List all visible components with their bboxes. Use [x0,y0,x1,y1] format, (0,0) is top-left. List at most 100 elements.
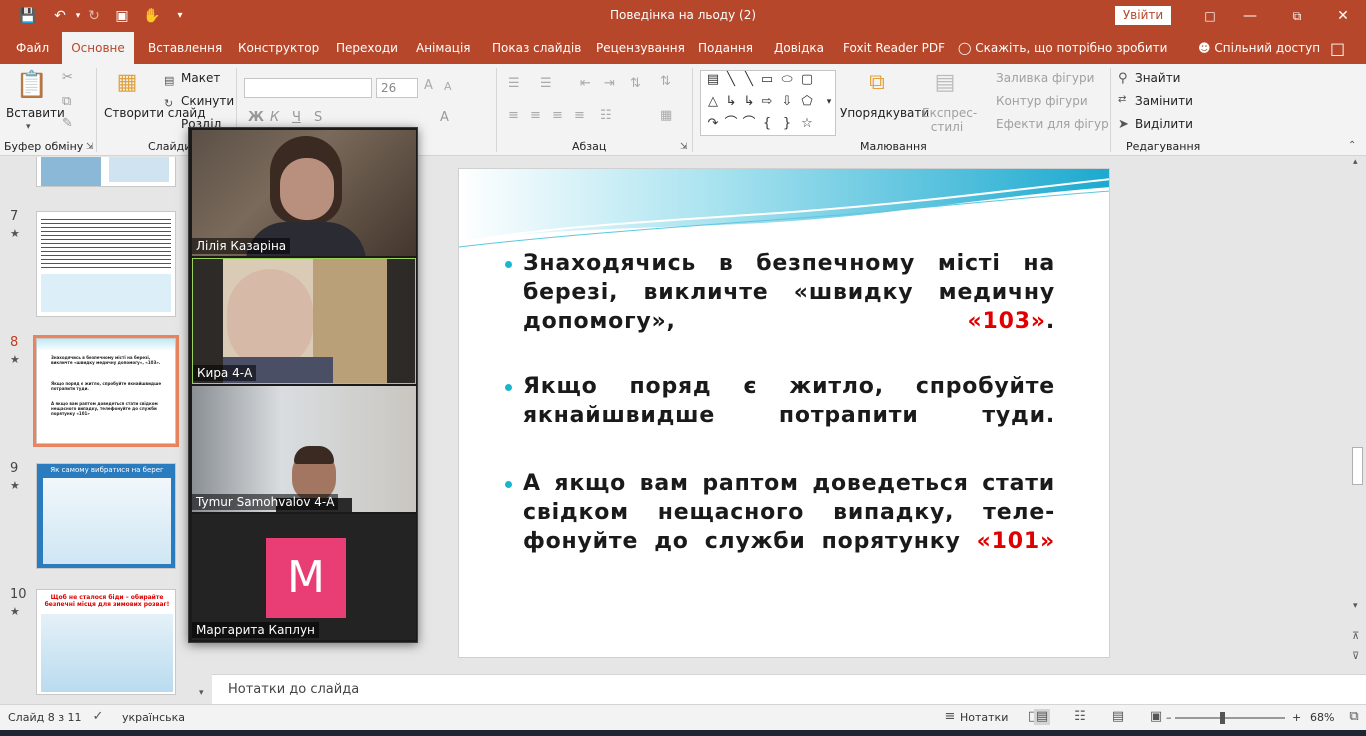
align-center-icon[interactable]: ≡ [530,108,541,123]
slide-scrollbar[interactable]: ▴ ▾ ⊼ ⊽ [1349,157,1366,674]
italic-button[interactable]: К [270,110,279,125]
slide-thumbnail-10[interactable]: Щоб не сталося біди – обирайте безпечні … [36,589,176,695]
participant-tile-3[interactable]: Tymur Samohvalov 4-А [192,386,416,512]
current-slide[interactable]: Знаходячись в безпечному місті на березі… [458,168,1110,658]
tab-design[interactable]: Конструктор [230,32,327,64]
paste-dropdown-icon[interactable]: ▾ [26,122,31,132]
bullets-icon[interactable]: ☰ [508,76,520,91]
spellcheck-icon[interactable]: ✓ [90,709,106,725]
increase-indent-icon[interactable]: ⇥ [604,76,615,91]
share-button[interactable]: ☻ Спільний доступ [1198,32,1320,64]
sign-in-button[interactable]: Увійти [1115,6,1171,25]
underline-button[interactable]: Ч [292,110,301,125]
right-brace-shape-icon[interactable]: } [779,117,795,131]
textbox-shape-icon[interactable]: ▤ [705,73,721,87]
text-direction-icon[interactable]: ⇅ [660,74,671,89]
triangle-shape-icon[interactable]: △ [705,95,721,109]
notes-toggle[interactable]: Нотатки [960,711,1008,724]
font-color-button[interactable]: A [440,110,449,125]
slide-thumbnail-6[interactable] [36,157,176,187]
new-slide-icon[interactable]: ▦ [112,70,142,98]
tab-insert[interactable]: Вставлення [140,32,230,64]
zoom-slider[interactable] [1175,717,1285,719]
tell-me-search[interactable]: ◯ Скажіть, що потрібно зробити [958,32,1167,64]
oval-shape-icon[interactable]: ⬭ [779,73,795,87]
justify-icon[interactable]: ≡ [574,108,585,123]
shape-outline-button[interactable]: Контур фігури [996,94,1088,108]
slide-thumbnail-9[interactable]: Як самому вибратися на берег [36,463,176,569]
notes-pane[interactable]: Нотатки до слайда [212,674,1366,704]
line-spacing-icon[interactable]: ⇅ [630,76,641,91]
smartart-icon[interactable]: ▦ [660,108,672,123]
normal-view-icon[interactable]: ▤ [1034,709,1050,725]
zoom-level[interactable]: 68% [1310,711,1334,724]
arc-shape-icon[interactable]: ⌒ [723,117,739,131]
scroll-down-icon[interactable]: ▾ [1353,601,1358,611]
reset-button[interactable]: Скинути [181,94,234,108]
paste-button[interactable]: Вставити [6,106,65,120]
tab-file[interactable]: Файл [8,32,57,64]
tab-transitions[interactable]: Переходи [328,32,406,64]
tab-help[interactable]: Довідка [766,32,832,64]
cut-icon[interactable]: ✂ [62,70,73,85]
decrease-font-icon[interactable]: A [444,80,452,93]
align-left-icon[interactable]: ≡ [508,108,519,123]
tab-slideshow[interactable]: Показ слайдів [484,32,589,64]
find-button[interactable]: Знайти [1135,71,1180,85]
scroll-down-icon[interactable]: ▾ [199,688,204,698]
line-shape-icon[interactable]: ╲ [723,73,739,87]
tab-animations[interactable]: Анімація [408,32,479,64]
rounded-rect-shape-icon[interactable]: ▢ [799,73,815,87]
align-right-icon[interactable]: ≡ [552,108,563,123]
slide-sorter-icon[interactable]: ☷ [1072,709,1088,725]
next-slide-icon[interactable]: ⊽ [1352,651,1359,662]
elbow-connector-icon[interactable]: ↳ [723,95,739,109]
language-indicator[interactable]: українська [122,711,185,724]
strikethrough-button[interactable]: S [314,110,322,125]
fit-to-window-icon[interactable]: ⧉ [1346,709,1362,725]
previous-slide-icon[interactable]: ⊼ [1352,631,1359,642]
slide-thumbnail-7[interactable] [36,211,176,317]
shape-fill-button[interactable]: Заливка фігури [996,71,1094,85]
quick-styles-button[interactable]: Експрес-стилі [922,106,977,134]
elbow-connector-icon[interactable]: ↳ [741,95,757,109]
select-button[interactable]: Виділити [1135,117,1193,131]
arrange-button[interactable]: Упорядкувати [840,106,929,120]
notes-icon[interactable]: ≡ [942,709,958,725]
pentagon-shape-icon[interactable]: ⬠ [799,95,815,109]
tab-foxit[interactable]: Foxit Reader PDF [835,32,953,64]
tab-view[interactable]: Подання [690,32,761,64]
shape-effects-button[interactable]: Ефекти для фігур [996,117,1109,131]
clipboard-launcher-icon[interactable]: ⇲ [86,142,94,152]
tab-review[interactable]: Рецензування [588,32,693,64]
slide-bullet-1[interactable]: Знаходячись в безпечному місті на березі… [505,249,1055,336]
star-shape-icon[interactable]: ☆ [799,117,815,131]
format-painter-icon[interactable]: ✎ [62,116,73,131]
numbering-icon[interactable]: ☰ [540,76,552,91]
font-size-select[interactable]: 26 [376,78,418,98]
slide-bullet-3[interactable]: А якщо вам раптом доведеться стати свідк… [505,469,1055,556]
font-name-select[interactable] [244,78,372,98]
comments-icon[interactable]: □ [1330,39,1352,58]
zoom-slider-handle[interactable] [1220,712,1225,724]
reading-view-icon[interactable]: ▤ [1110,709,1126,725]
ribbon-display-icon[interactable]: □ [1195,5,1225,27]
copy-icon[interactable]: ⧉ [62,94,71,109]
increase-font-icon[interactable]: A [424,78,433,93]
line-shape-icon[interactable]: ╲ [741,73,757,87]
left-brace-shape-icon[interactable]: { [759,117,775,131]
replace-button[interactable]: Замінити [1135,94,1193,108]
bold-button[interactable]: Ж [248,110,264,125]
zoom-out-icon[interactable]: – [1166,711,1172,724]
down-arrow-shape-icon[interactable]: ⇩ [779,95,795,109]
arc-shape-icon[interactable]: ⌒ [741,117,757,131]
slide-thumbnail-8[interactable]: Знаходячись в безпечному місті на березі… [33,335,179,447]
collapse-ribbon-icon[interactable]: ⌃ [1348,140,1356,151]
zoom-in-icon[interactable]: + [1292,711,1301,724]
participant-tile-2[interactable]: Кира 4-А [192,258,416,384]
tab-home[interactable]: Основне [62,32,134,64]
video-call-panel[interactable]: Лілія Казаріна Кира 4-А Tymur Samohvalov… [188,127,418,643]
gallery-more-icon[interactable]: ▾ [821,95,837,109]
shapes-gallery[interactable]: ▤ ╲ ╲ ▭ ⬭ ▢ △ ↳ ↳ ⇨ ⇩ ⬠ ↷ ⌒ ⌒ { } ☆ ▾ [700,70,836,136]
minimize-icon[interactable]: — [1235,5,1265,27]
